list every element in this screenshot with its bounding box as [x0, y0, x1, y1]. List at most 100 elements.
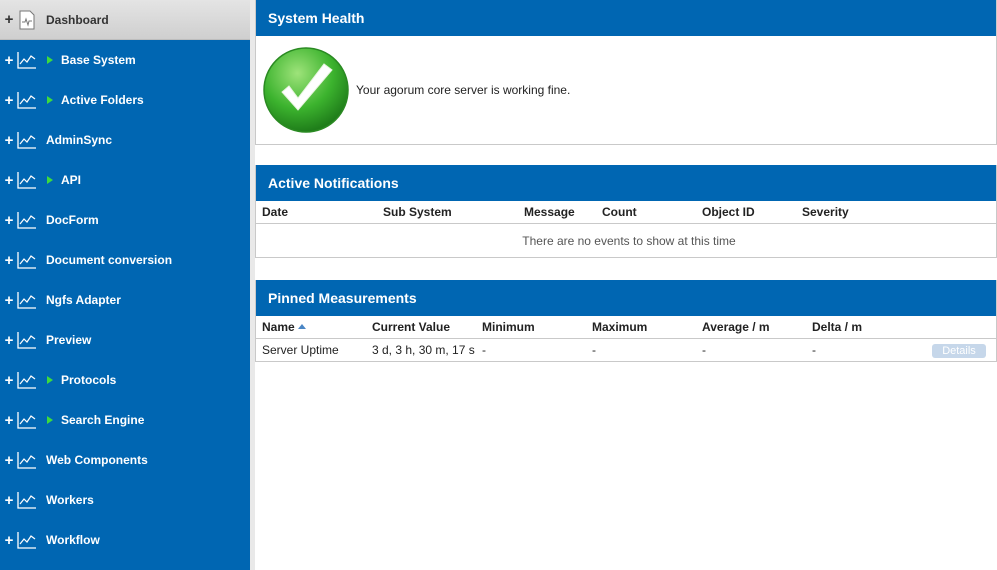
- column-date[interactable]: Date: [256, 201, 377, 224]
- column-count[interactable]: Count: [596, 201, 696, 224]
- line-chart-icon: [17, 412, 36, 429]
- pinned-measurements-panel: Pinned Measurements Name Current Value M…: [255, 280, 997, 362]
- green-check-icon: [263, 47, 349, 133]
- expand-icon[interactable]: +: [4, 53, 14, 68]
- system-health-panel: System Health Your agorum core server is…: [255, 0, 997, 145]
- sidebar-item-web-components[interactable]: + Web Components: [0, 440, 250, 480]
- panel-title: System Health: [256, 0, 996, 36]
- column-actions: [916, 316, 996, 339]
- expand-arrow-icon[interactable]: [47, 96, 53, 104]
- sidebar-item-label: Document conversion: [46, 253, 173, 267]
- line-chart-icon: [17, 212, 36, 229]
- column-minimum[interactable]: Minimum: [476, 316, 586, 339]
- line-chart-icon: [17, 332, 36, 349]
- sidebar-item-label: DocForm: [46, 213, 99, 227]
- line-chart-icon: [17, 52, 36, 69]
- column-maximum[interactable]: Maximum: [586, 316, 696, 339]
- panel-title: Active Notifications: [256, 165, 996, 201]
- cell-average: -: [702, 343, 706, 357]
- sidebar-item-label: Protocols: [61, 373, 117, 387]
- sort-ascending-icon: [297, 324, 306, 329]
- sidebar-item-workers[interactable]: + Workers: [0, 480, 250, 520]
- table-header-row: Date Sub System Message Count Object ID …: [256, 201, 996, 224]
- line-chart-icon: [17, 292, 36, 309]
- line-chart-icon: [17, 132, 36, 149]
- column-average[interactable]: Average / m: [696, 316, 806, 339]
- notifications-table: Date Sub System Message Count Object ID …: [256, 201, 996, 257]
- sidebar-item-label: Preview: [46, 333, 92, 347]
- cell-minimum: -: [482, 343, 486, 357]
- measurements-table: Name Current Value Minimum Maximum Avera…: [256, 316, 996, 361]
- column-delta[interactable]: Delta / m: [806, 316, 916, 339]
- expand-arrow-icon[interactable]: [47, 176, 53, 184]
- column-sub-system[interactable]: Sub System: [377, 201, 518, 224]
- sidebar-item-label: Dashboard: [46, 12, 109, 27]
- line-chart-icon: [17, 532, 36, 549]
- sidebar-item-active-folders[interactable]: + Active Folders: [0, 80, 250, 120]
- sidebar-item-label: Active Folders: [61, 93, 144, 107]
- expand-icon[interactable]: +: [4, 253, 14, 268]
- health-message: Your agorum core server is working fine.: [356, 83, 571, 97]
- sidebar-item-docform[interactable]: + DocForm: [0, 200, 250, 240]
- line-chart-icon: [17, 492, 36, 509]
- sidebar-item-workflow[interactable]: + Workflow: [0, 520, 250, 560]
- cell-actions: Details: [916, 339, 996, 362]
- sidebar-item-label: Base System: [61, 53, 136, 67]
- sidebar-item-search-engine[interactable]: + Search Engine: [0, 400, 250, 440]
- sidebar-item-label: Workflow: [46, 533, 100, 547]
- table-row[interactable]: Server Uptime 3 d, 3 h, 30 m, 17 s - - -…: [256, 339, 996, 362]
- sidebar-item-api[interactable]: + API: [0, 160, 250, 200]
- expand-icon[interactable]: +: [4, 133, 14, 148]
- panel-title: Pinned Measurements: [256, 280, 996, 316]
- expand-icon[interactable]: +: [4, 93, 14, 108]
- expand-icon[interactable]: +: [4, 493, 14, 508]
- expand-arrow-icon[interactable]: [47, 416, 53, 424]
- sidebar-item-label: API: [61, 173, 82, 187]
- expand-icon[interactable]: +: [4, 12, 14, 27]
- sidebar-item-label: Search Engine: [61, 413, 145, 427]
- sidebar-item-label: Ngfs Adapter: [46, 293, 121, 307]
- sidebar-item-label: AdminSync: [46, 133, 113, 147]
- sidebar-item-base-system[interactable]: + Base System: [0, 40, 250, 80]
- table-header-row: Name Current Value Minimum Maximum Avera…: [256, 316, 996, 339]
- cell-delta: -: [812, 343, 816, 357]
- active-notifications-panel: Active Notifications Date Sub System Mes…: [255, 165, 997, 258]
- expand-icon[interactable]: +: [4, 173, 14, 188]
- column-name[interactable]: Name: [256, 316, 366, 339]
- sidebar-item-dashboard[interactable]: + Dashboard: [0, 0, 250, 40]
- column-current-value[interactable]: Current Value: [366, 316, 476, 339]
- cell-current-value: 3 d, 3 h, 30 m, 17 s: [372, 343, 475, 357]
- sidebar-item-label: Web Components: [46, 453, 148, 467]
- expand-icon[interactable]: +: [4, 533, 14, 548]
- line-chart-icon: [17, 252, 36, 269]
- expand-icon[interactable]: +: [4, 213, 14, 228]
- column-label: Name: [262, 320, 295, 334]
- expand-icon[interactable]: +: [4, 373, 14, 388]
- sidebar-item-label: Workers: [46, 493, 94, 507]
- expand-icon[interactable]: +: [4, 333, 14, 348]
- column-object-id[interactable]: Object ID: [696, 201, 796, 224]
- expand-arrow-icon[interactable]: [47, 56, 53, 64]
- column-severity[interactable]: Severity: [796, 201, 996, 224]
- health-body: Your agorum core server is working fine.: [256, 36, 996, 144]
- expand-arrow-icon[interactable]: [47, 376, 53, 384]
- expand-icon[interactable]: +: [4, 293, 14, 308]
- sidebar-item-adminsync[interactable]: + AdminSync: [0, 120, 250, 160]
- expand-icon[interactable]: +: [4, 453, 14, 468]
- line-chart-icon: [17, 372, 36, 389]
- sidebar-item-preview[interactable]: + Preview: [0, 320, 250, 360]
- cell-maximum: -: [592, 343, 596, 357]
- line-chart-icon: [17, 92, 36, 109]
- details-button[interactable]: Details: [932, 343, 986, 358]
- column-message[interactable]: Message: [518, 201, 596, 224]
- table-row: There are no events to show at this time: [256, 224, 996, 258]
- empty-message: There are no events to show at this time: [522, 233, 736, 248]
- sidebar: + Dashboard + Base System + Active Folde…: [0, 0, 250, 570]
- sidebar-item-ngfs-adapter[interactable]: + Ngfs Adapter: [0, 280, 250, 320]
- line-chart-icon: [17, 172, 36, 189]
- expand-icon[interactable]: +: [4, 413, 14, 428]
- document-chart-icon: [19, 10, 35, 29]
- line-chart-icon: [17, 452, 36, 469]
- sidebar-item-protocols[interactable]: + Protocols: [0, 360, 250, 400]
- sidebar-item-document-conversion[interactable]: + Document conversion: [0, 240, 250, 280]
